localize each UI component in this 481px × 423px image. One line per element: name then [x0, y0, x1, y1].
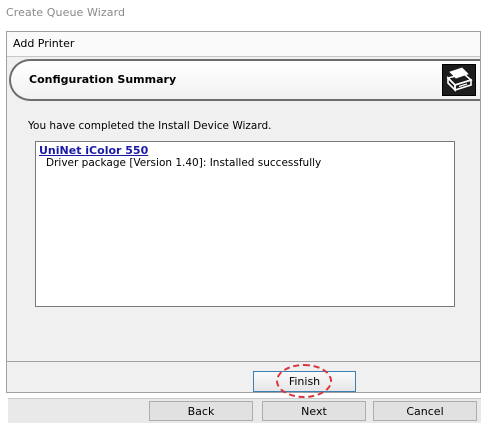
intro-text: You have completed the Install Device Wi… — [28, 120, 272, 132]
window-title: Create Queue Wizard — [6, 6, 126, 19]
banner-title: Configuration Summary — [29, 73, 177, 86]
wizard-banner: Configuration Summary — [9, 59, 480, 101]
summary-box: UniNet iColor 550 Driver package [Versio… — [35, 141, 455, 307]
next-button[interactable]: Next — [262, 401, 366, 421]
add-printer-dialog: Add Printer Configuration Summary You ha… — [6, 31, 481, 393]
dialog-title: Add Printer — [7, 32, 480, 57]
back-button[interactable]: Back — [149, 401, 253, 421]
driver-status-text: Driver package [Version 1.40]: Installed… — [46, 157, 322, 169]
divider — [6, 361, 481, 362]
printer-icon — [442, 64, 476, 96]
printer-name-link[interactable]: UniNet iColor 550 — [39, 144, 148, 157]
finish-button[interactable]: Finish — [253, 371, 356, 392]
cancel-button[interactable]: Cancel — [373, 401, 477, 421]
